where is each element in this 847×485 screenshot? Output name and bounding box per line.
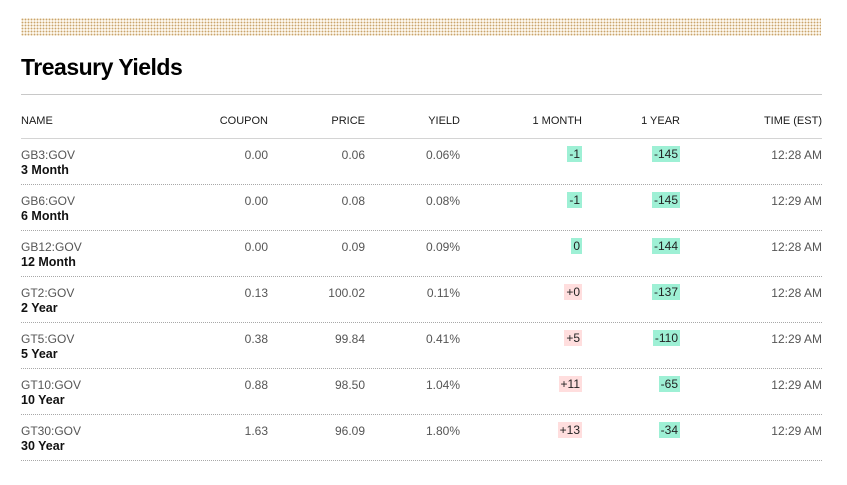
- yield-value: 0.06%: [425, 148, 460, 162]
- yield-value: 1.04%: [425, 378, 460, 392]
- security-label: 5 Year: [21, 347, 58, 361]
- table-row[interactable]: GT2:GOV 2 Year 0.13 100.02 0.11% +0 -137 12:28 …: [21, 277, 822, 323]
- time-value: 12:29 AM: [771, 332, 822, 346]
- coupon-value: 0.00: [244, 148, 268, 162]
- security-label: 30 Year: [21, 439, 65, 453]
- one-month-change: +0: [564, 284, 582, 300]
- header-time[interactable]: TIME (EST): [764, 115, 822, 127]
- one-month-change: +11: [558, 376, 582, 392]
- price-value: 100.02: [328, 286, 365, 300]
- price-value: 0.06: [341, 148, 365, 162]
- title-divider: [21, 94, 822, 95]
- table-row[interactable]: GB3:GOV 3 Month 0.00 0.06 0.06% -1 -145 12:28 A…: [21, 139, 822, 185]
- one-year-change-badge: -34: [658, 422, 680, 438]
- header-yield[interactable]: YIELD: [428, 115, 460, 127]
- one-year-change: -65: [658, 376, 680, 392]
- one-month-change-badge: -1: [567, 192, 582, 208]
- ticker-link[interactable]: GB3:GOV: [21, 148, 75, 163]
- table-body: GB3:GOV 3 Month 0.00 0.06 0.06% -1 -145 12:28 A…: [21, 139, 822, 461]
- one-year-change: -110: [652, 330, 680, 346]
- one-month-change: +5: [564, 330, 582, 346]
- ticker-link[interactable]: GT10:GOV: [21, 378, 81, 393]
- table-row[interactable]: GT10:GOV 10 Year 0.88 98.50 1.04% +11 -65 12:29…: [21, 369, 822, 415]
- time-value: 12:29 AM: [771, 378, 822, 392]
- one-month-change-badge: +5: [564, 330, 582, 346]
- page-title: Treasury Yields: [21, 54, 183, 80]
- coupon-value: 0.00: [244, 194, 268, 208]
- one-month-change: -1: [567, 146, 582, 162]
- yield-value: 0.09%: [425, 240, 460, 254]
- ticker-link[interactable]: GB6:GOV: [21, 194, 75, 209]
- coupon-value: 1.63: [244, 424, 268, 438]
- security-label: 12 Month: [21, 255, 76, 269]
- one-year-change-badge: -145: [651, 192, 680, 208]
- coupon-value: 0.88: [244, 378, 268, 392]
- header-coupon[interactable]: COUPON: [220, 115, 268, 127]
- header-1-month[interactable]: 1 MONTH: [533, 115, 583, 127]
- price-value: 0.09: [341, 240, 365, 254]
- header-1-year[interactable]: 1 YEAR: [641, 115, 680, 127]
- one-month-change: -1: [567, 192, 582, 208]
- table-row[interactable]: GT5:GOV 5 Year 0.38 99.84 0.41% +5 -110 12:29 A…: [21, 323, 822, 369]
- coupon-value: 0.00: [244, 240, 268, 254]
- ticker-link[interactable]: GT5:GOV: [21, 332, 74, 347]
- one-month-change-badge: +0: [564, 284, 582, 300]
- yield-value: 0.11%: [426, 286, 460, 300]
- ticker-link[interactable]: GB12:GOV: [21, 240, 82, 255]
- one-year-change-badge: -110: [652, 330, 680, 346]
- header-name[interactable]: NAME: [21, 115, 53, 127]
- one-month-change-badge: -1: [567, 146, 582, 162]
- one-year-change-badge: -144: [651, 238, 680, 254]
- time-value: 12:28 AM: [771, 286, 822, 300]
- one-month-change-badge: 0: [571, 238, 582, 254]
- price-value: 0.08: [341, 194, 365, 208]
- one-year-change: -145: [651, 192, 680, 208]
- one-year-change: -34: [658, 422, 680, 438]
- yield-value: 0.41%: [425, 332, 460, 346]
- ticker-link[interactable]: GT2:GOV: [21, 286, 74, 301]
- one-year-change: -144: [651, 238, 680, 254]
- decorative-dot-band: [21, 18, 821, 36]
- one-year-change-badge: -145: [651, 146, 680, 162]
- table-row[interactable]: GT30:GOV 30 Year 1.63 96.09 1.80% +13 -34 12:29…: [21, 415, 822, 461]
- treasury-yields-table: NAME COUPON PRICE YIELD 1 MONTH 1 YEAR T…: [21, 108, 822, 461]
- one-month-change: 0: [571, 238, 582, 254]
- header-price[interactable]: PRICE: [331, 115, 365, 127]
- one-month-change-badge: +11: [558, 376, 582, 392]
- coupon-value: 0.13: [244, 286, 268, 300]
- price-value: 98.50: [334, 378, 365, 392]
- security-label: 3 Month: [21, 163, 69, 177]
- one-year-change: -145: [651, 146, 680, 162]
- one-month-change: +13: [557, 422, 582, 438]
- one-year-change: -137: [651, 284, 680, 300]
- table-row[interactable]: GB12:GOV 12 Month 0.00 0.09 0.09% 0 -144 12:28 …: [21, 231, 822, 277]
- one-year-change-badge: -137: [651, 284, 680, 300]
- table-header-row: NAME COUPON PRICE YIELD 1 MONTH 1 YEAR T…: [21, 108, 822, 139]
- security-label: 6 Month: [21, 209, 69, 223]
- time-value: 12:29 AM: [771, 194, 822, 208]
- time-value: 12:29 AM: [771, 424, 822, 438]
- yield-value: 1.80%: [425, 424, 460, 438]
- ticker-link[interactable]: GT30:GOV: [21, 424, 81, 439]
- one-year-change-badge: -65: [658, 376, 680, 392]
- time-value: 12:28 AM: [771, 148, 822, 162]
- price-value: 96.09: [334, 424, 365, 438]
- coupon-value: 0.38: [244, 332, 268, 346]
- table-row[interactable]: GB6:GOV 6 Month 0.00 0.08 0.08% -1 -145 12:29 A…: [21, 185, 822, 231]
- price-value: 99.84: [334, 332, 365, 346]
- security-label: 2 Year: [21, 301, 58, 315]
- yield-value: 0.08%: [425, 194, 460, 208]
- security-label: 10 Year: [21, 393, 65, 407]
- time-value: 12:28 AM: [771, 240, 822, 254]
- one-month-change-badge: +13: [557, 422, 582, 438]
